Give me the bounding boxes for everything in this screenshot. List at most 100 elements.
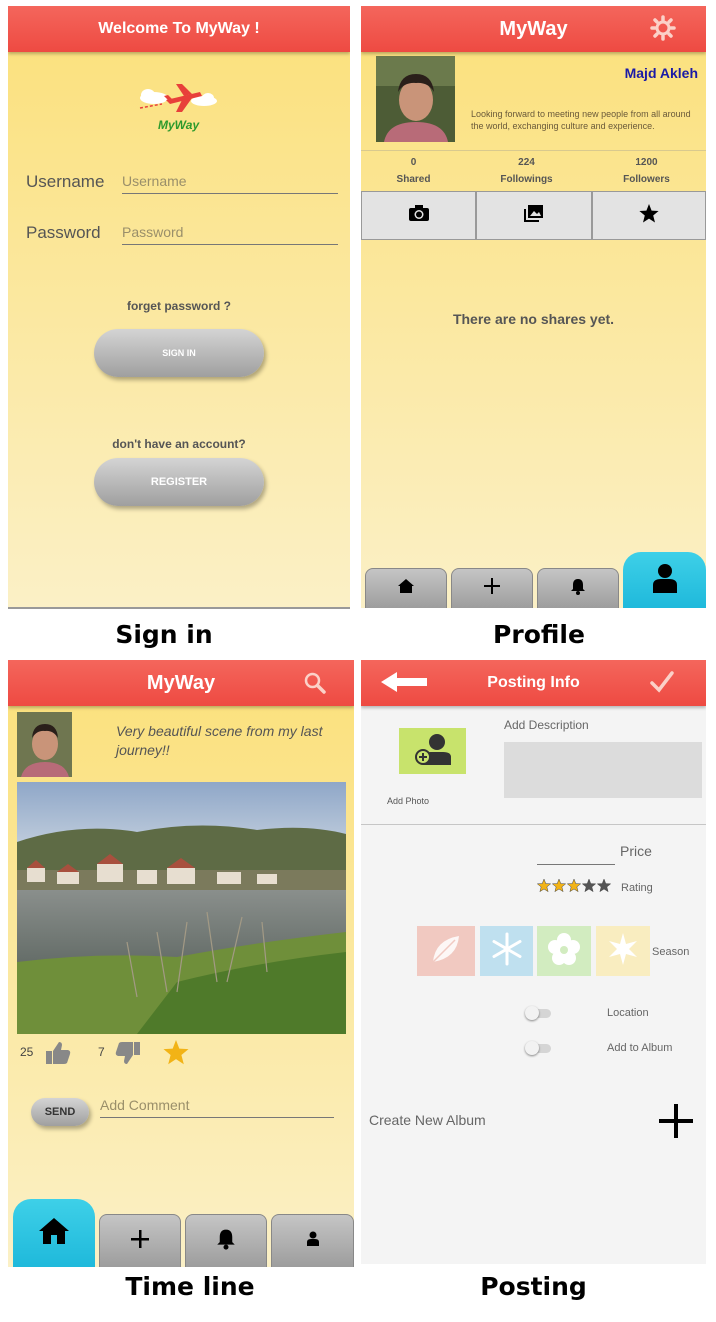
stat-followers-value: 1200 — [635, 157, 658, 168]
add-to-album-label: Add to Album — [607, 1042, 673, 1054]
nav-notifications-tab[interactable] — [537, 568, 619, 608]
signin-title: Welcome To MyWay ! — [98, 20, 260, 37]
stat-followers[interactable]: 1200 Followers — [609, 157, 684, 185]
stat-followings[interactable]: 224 Followings — [489, 157, 564, 185]
profile-screen: MyWay Majd Akleh Looking forward to meet… — [361, 6, 706, 608]
password-input[interactable] — [122, 224, 338, 245]
rating-star-filled[interactable] — [566, 878, 582, 893]
person-icon — [652, 563, 677, 598]
season-spring-option[interactable] — [537, 926, 591, 976]
sun-icon — [606, 932, 640, 971]
rating-star-filled[interactable] — [536, 878, 552, 893]
stat-followers-label: Followers — [623, 174, 670, 185]
profile-name: Majd Akleh — [624, 65, 698, 81]
username-input[interactable] — [122, 173, 338, 194]
stat-followings-value: 224 — [518, 157, 535, 168]
add-photo-label: Add Photo — [387, 796, 430, 806]
star-icon — [639, 203, 659, 228]
home-icon — [39, 1217, 69, 1249]
nav-home-tab[interactable] — [365, 568, 447, 608]
nav-profile-tab[interactable] — [623, 552, 706, 608]
stat-shared-value: 0 — [410, 157, 417, 168]
create-album-label: Create New Album — [369, 1112, 486, 1128]
camera-icon — [408, 204, 430, 227]
add-description-label: Add Description — [504, 718, 589, 732]
back-arrow-icon[interactable] — [381, 672, 427, 697]
no-account-text: don't have an account? — [112, 437, 246, 451]
leaf-icon — [429, 932, 463, 971]
location-toggle[interactable] — [525, 1006, 551, 1020]
logo-text: MyWay — [158, 118, 200, 132]
post-photo[interactable] — [17, 782, 346, 1034]
send-comment-button[interactable]: SEND — [31, 1098, 89, 1126]
nav-add-tab[interactable] — [99, 1214, 181, 1267]
timeline-screen: MyWay Very beautiful scene from my last … — [8, 660, 354, 1267]
stats-divider — [361, 150, 706, 151]
rating-label: Rating — [621, 882, 653, 894]
signin-button[interactable]: SIGN IN — [94, 329, 264, 377]
person-icon — [306, 1231, 319, 1251]
nav-profile-tab[interactable] — [271, 1214, 354, 1267]
search-icon[interactable] — [304, 672, 326, 700]
home-icon — [398, 579, 414, 598]
profile-bio: Looking forward to meeting new people fr… — [471, 109, 691, 131]
add-to-album-toggle[interactable] — [525, 1041, 551, 1055]
like-count: 25 — [20, 1045, 34, 1059]
forget-password-link[interactable]: forget password ? — [8, 299, 350, 313]
thumbs-up-icon[interactable] — [45, 1041, 71, 1070]
profile-title: MyWay — [499, 17, 568, 40]
price-label: Price — [620, 843, 652, 859]
post-caption: Very beautiful scene from my last journe… — [116, 723, 323, 758]
settings-gear-icon[interactable] — [650, 15, 676, 47]
signin-header: Welcome To MyWay ! — [8, 6, 350, 52]
season-autumn-option[interactable] — [417, 926, 475, 976]
profile-avatar[interactable] — [376, 56, 455, 142]
rating-star-filled[interactable] — [551, 878, 567, 893]
caption-signin: Sign in — [115, 620, 213, 649]
price-input[interactable] — [537, 844, 615, 865]
bell-icon — [216, 1228, 236, 1255]
caption-profile: Profile — [493, 620, 585, 649]
posting-screen: Posting Info Add Photo Add Description P… — [361, 660, 706, 1264]
bell-icon — [570, 578, 586, 600]
plus-icon — [484, 578, 500, 599]
password-label: Password — [26, 223, 101, 242]
season-summer-option[interactable] — [596, 926, 650, 976]
add-person-icon — [411, 733, 455, 770]
rating-star-empty[interactable] — [596, 878, 612, 893]
nav-add-tab[interactable] — [451, 568, 533, 608]
add-photo-button[interactable] — [399, 728, 466, 774]
favorite-star-icon[interactable] — [163, 1040, 189, 1070]
username-label: Username — [26, 172, 105, 191]
stat-followings-label: Followings — [500, 174, 553, 185]
description-input[interactable] — [504, 742, 702, 798]
nav-notifications-tab[interactable] — [185, 1214, 267, 1267]
caption-timeline: Time line — [125, 1272, 255, 1301]
dislike-count: 7 — [98, 1045, 105, 1059]
myway-logo: MyWay — [136, 78, 222, 138]
profile-header: MyWay — [361, 6, 706, 52]
season-winter-option[interactable] — [480, 926, 533, 976]
rating-stars[interactable] — [536, 878, 613, 899]
comment-input[interactable] — [100, 1097, 334, 1118]
media-tab-albums[interactable] — [476, 191, 592, 240]
stat-shared-label: Shared — [396, 174, 431, 185]
register-button[interactable]: REGISTER — [94, 458, 264, 506]
confirm-check-icon[interactable] — [650, 671, 674, 698]
media-tab-favorites[interactable] — [592, 191, 706, 240]
timeline-header: MyWay — [8, 660, 354, 706]
posting-divider — [361, 824, 706, 825]
stat-shared[interactable]: 0 Shared — [376, 157, 451, 185]
snowflake-icon — [490, 932, 524, 971]
plus-icon — [131, 1229, 149, 1253]
nav-home-tab[interactable] — [13, 1199, 95, 1267]
rating-star-empty[interactable] — [581, 878, 597, 893]
gallery-icon — [524, 204, 544, 227]
signin-bottom-divider — [8, 607, 350, 609]
create-album-plus-icon[interactable] — [659, 1104, 693, 1143]
timeline-title: MyWay — [146, 671, 216, 694]
caption-posting: Posting — [480, 1272, 587, 1301]
thumbs-down-icon[interactable] — [115, 1041, 141, 1070]
media-tab-photos[interactable] — [361, 191, 476, 240]
post-author-avatar[interactable] — [17, 712, 72, 777]
